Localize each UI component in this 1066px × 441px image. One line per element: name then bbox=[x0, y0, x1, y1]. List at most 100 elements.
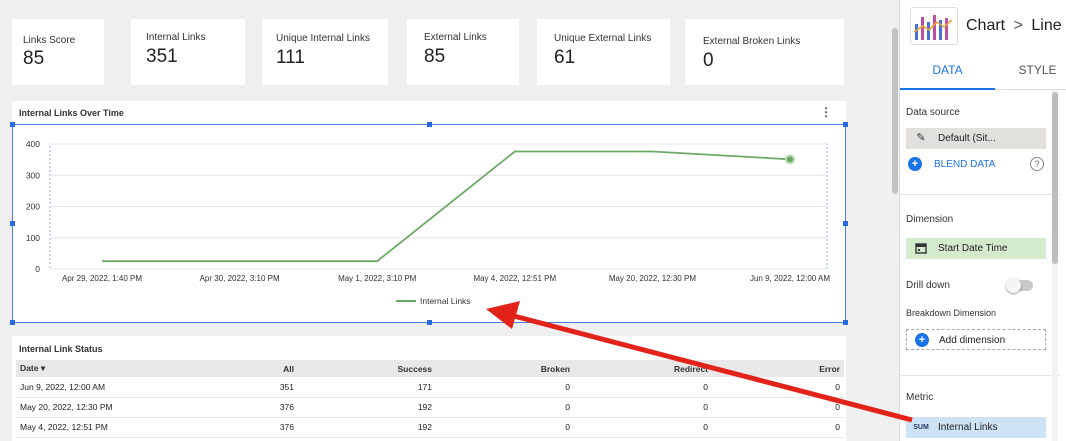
canvas-scrollbar[interactable] bbox=[892, 28, 898, 194]
dimension-chip[interactable]: Start Date Time bbox=[906, 238, 1046, 259]
x-tick-label: Jun 9, 2022, 12:00 AM bbox=[750, 274, 830, 283]
tab-data[interactable]: DATA bbox=[900, 50, 995, 90]
scorecard-label: External Broken Links bbox=[703, 36, 801, 47]
chart-title: Internal Links Over Time bbox=[19, 108, 124, 118]
help-icon[interactable]: ? bbox=[1030, 157, 1044, 171]
y-tick-label: 200 bbox=[26, 202, 40, 212]
calendar-icon bbox=[911, 238, 931, 259]
sort-desc-icon: ▾ bbox=[40, 363, 46, 373]
column-header-error[interactable]: Error bbox=[712, 360, 844, 377]
x-tick-label: Apr 29, 2022, 1:40 PM bbox=[62, 274, 142, 283]
table-cell: 0 bbox=[436, 417, 574, 438]
scorecard-internal-links[interactable]: Internal Links 351 bbox=[131, 19, 245, 85]
breakdown-dimension-heading: Breakdown Dimension bbox=[906, 308, 997, 318]
add-dimension-button[interactable]: + Add dimension bbox=[906, 329, 1046, 350]
column-header-success[interactable]: Success bbox=[298, 360, 436, 377]
edit-pencil-icon[interactable]: ✎ bbox=[911, 128, 931, 149]
table-cell: 0 bbox=[436, 397, 574, 418]
section-divider bbox=[900, 375, 1060, 376]
x-tick-label: Apr 30, 2022, 3:10 PM bbox=[200, 274, 280, 283]
report-canvas: Links Score 85 Internal Links 351 Unique… bbox=[0, 0, 862, 441]
x-tick-label: May 1, 2022, 3:10 PM bbox=[338, 274, 417, 283]
table-header-row: Date ▾ All Success Broken Redirect Error bbox=[16, 360, 844, 377]
chart-type-picker[interactable] bbox=[910, 7, 958, 45]
scorecard-unique-internal-links[interactable]: Unique Internal Links 111 bbox=[262, 19, 388, 85]
blend-data-label: BLEND DATA bbox=[934, 159, 996, 170]
table-cell: May 20, 2022, 12:30 PM bbox=[16, 397, 196, 418]
column-header-all[interactable]: All bbox=[196, 360, 298, 377]
breadcrumb-separator: > bbox=[1013, 17, 1023, 34]
table-cell: 0 bbox=[436, 377, 574, 398]
scorecard-unique-external-links[interactable]: Unique External Links 61 bbox=[537, 19, 670, 85]
chart-subtype-label: Line bbox=[1031, 17, 1062, 34]
resize-handle[interactable] bbox=[10, 221, 15, 226]
y-tick-label: 100 bbox=[26, 233, 40, 243]
scorecard-label: Internal Links bbox=[146, 32, 206, 43]
resize-handle[interactable] bbox=[10, 122, 15, 127]
resize-handle[interactable] bbox=[843, 320, 848, 325]
column-header-broken[interactable]: Broken bbox=[436, 360, 574, 377]
table-row[interactable]: Jun 9, 2022, 12:00 AM 351 171 0 0 0 bbox=[16, 377, 844, 398]
link-status-table-panel[interactable]: Internal Link Status Date ▾ All Success … bbox=[12, 336, 846, 441]
scorecard-label: Unique Internal Links bbox=[276, 33, 370, 44]
add-circle-icon: + bbox=[912, 330, 932, 351]
data-source-value: Default (Sit... bbox=[938, 133, 996, 144]
column-header-date[interactable]: Date ▾ bbox=[16, 360, 196, 377]
scorecard-label: Unique External Links bbox=[554, 33, 652, 44]
resize-handle[interactable] bbox=[427, 320, 432, 325]
scorecard-links-score[interactable]: Links Score 85 bbox=[12, 19, 104, 85]
drill-down-toggle[interactable] bbox=[1006, 278, 1033, 293]
dimension-value: Start Date Time bbox=[938, 243, 1008, 254]
y-tick-label: 400 bbox=[26, 139, 40, 149]
scorecard-value: 351 bbox=[146, 46, 178, 67]
data-source-chip[interactable]: ✎ Default (Sit... bbox=[906, 128, 1046, 149]
scorecard-label: External Links bbox=[424, 32, 487, 43]
table-cell: 0 bbox=[574, 377, 712, 398]
resize-handle[interactable] bbox=[843, 221, 848, 226]
more-options-icon[interactable]: ⋮ bbox=[820, 106, 832, 118]
x-tick-label: May 20, 2022, 12:30 PM bbox=[609, 274, 697, 283]
resize-handle[interactable] bbox=[10, 320, 15, 325]
add-circle-icon: + bbox=[908, 157, 922, 171]
scorecard-label: Links Score bbox=[23, 35, 76, 46]
table-cell: 0 bbox=[574, 417, 712, 438]
table-cell: 351 bbox=[196, 377, 298, 398]
table-cell: May 4, 2022, 12:51 PM bbox=[16, 417, 196, 438]
panel-scrollbar[interactable] bbox=[1052, 90, 1058, 441]
table-cell: 376 bbox=[196, 417, 298, 438]
scorecard-external-broken-links[interactable]: External Broken Links 0 bbox=[685, 19, 844, 85]
scrollbar-thumb[interactable] bbox=[1052, 92, 1058, 264]
table-cell: 192 bbox=[298, 417, 436, 438]
properties-panel: Chart > Line DATA STYLE Data source ✎ De… bbox=[899, 0, 1066, 441]
scorecard-value: 111 bbox=[276, 47, 305, 68]
table-title: Internal Link Status bbox=[19, 344, 103, 354]
tab-style[interactable]: STYLE bbox=[995, 50, 1066, 90]
scorecard-external-links[interactable]: External Links 85 bbox=[407, 19, 519, 85]
column-header-redirect[interactable]: Redirect bbox=[574, 360, 712, 377]
resize-handle[interactable] bbox=[843, 122, 848, 127]
table-cell: Jun 9, 2022, 12:00 AM bbox=[16, 377, 196, 398]
metric-aggregation[interactable]: SUM bbox=[911, 417, 931, 438]
y-tick-label: 300 bbox=[26, 170, 40, 180]
scorecard-value: 85 bbox=[424, 46, 446, 67]
scorecard-value: 85 bbox=[23, 48, 45, 69]
table-cell: 192 bbox=[298, 397, 436, 418]
panel-tabs: DATA STYLE bbox=[900, 50, 1066, 90]
table-cell: 0 bbox=[712, 417, 844, 438]
table-cell: 376 bbox=[196, 397, 298, 418]
add-dimension-label: Add dimension bbox=[939, 335, 1006, 346]
resize-handle[interactable] bbox=[427, 122, 432, 127]
metric-heading: Metric bbox=[906, 392, 934, 403]
table-cell: 0 bbox=[712, 377, 844, 398]
metric-chip[interactable]: SUM Internal Links bbox=[906, 417, 1046, 438]
data-point bbox=[785, 154, 795, 165]
table-row[interactable]: May 20, 2022, 12:30 PM 376 192 0 0 0 bbox=[16, 397, 844, 418]
drill-down-label: Drill down bbox=[906, 280, 950, 291]
table-cell: 0 bbox=[712, 397, 844, 418]
data-source-heading: Data source bbox=[906, 107, 960, 118]
table-cell: 171 bbox=[298, 377, 436, 398]
line-chart[interactable]: 0 100 200 300 400 Apr 29, 2022, 1:40 PM Apr 30… bbox=[12, 124, 846, 324]
chart-type-breadcrumb: Chart > Line bbox=[966, 17, 1062, 35]
section-divider bbox=[900, 194, 1060, 195]
table-row[interactable]: May 4, 2022, 12:51 PM 376 192 0 0 0 bbox=[16, 417, 844, 438]
